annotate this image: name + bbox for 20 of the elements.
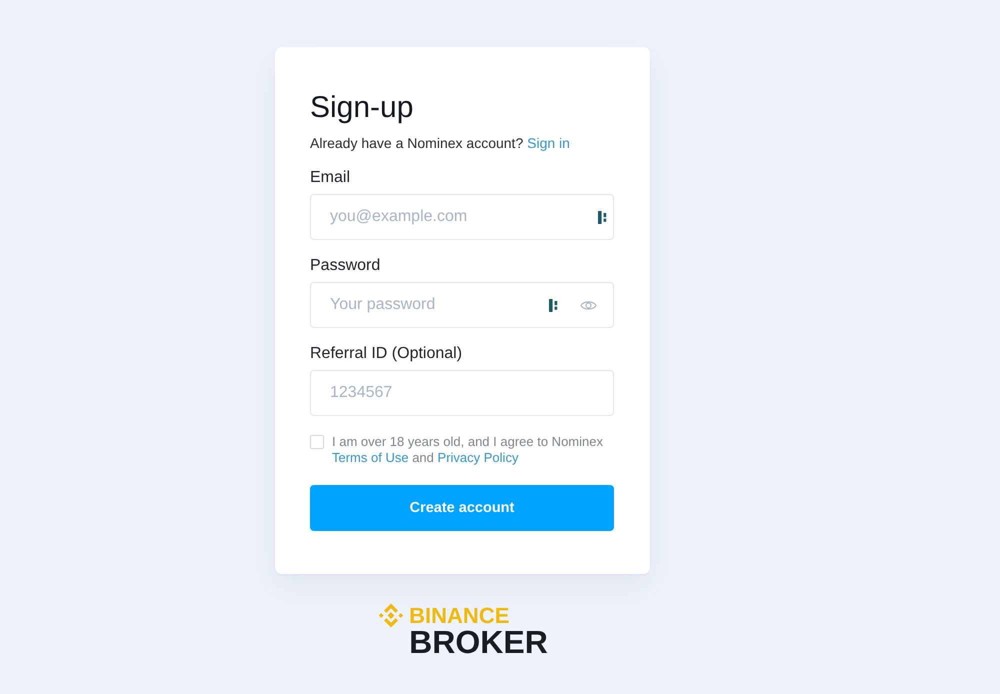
field-label: Password — [310, 256, 380, 276]
create-account-button[interactable]: Create account — [310, 485, 614, 531]
eye-icon[interactable] — [580, 300, 597, 310]
form-title: Sign-up — [310, 90, 414, 126]
sign-in-link[interactable]: Sign in — [527, 135, 570, 151]
input-field[interactable]: 1234567 — [310, 370, 614, 416]
logo-text: BROKER — [409, 628, 548, 656]
checkbox[interactable] — [310, 435, 324, 449]
input-field[interactable]: Your password — [310, 282, 614, 328]
logo-text: BINANCE — [409, 602, 510, 629]
diamond-logo-icon — [378, 602, 404, 629]
field-label: Referral ID (Optional) — [310, 344, 462, 364]
bars-icon — [598, 210, 608, 224]
policy-link[interactable]: Terms of Use — [332, 450, 409, 465]
policy-link[interactable]: Privacy Policy — [438, 450, 518, 465]
agreement-text: I am over 18 years old, and I agree to Nominex Terms of Use and Privacy Policy — [332, 434, 604, 466]
input-field[interactable]: you@example.com — [310, 194, 614, 240]
sign-in-prompt: Already have a Nominex account? Sign in — [310, 134, 571, 153]
field-label: Email — [310, 168, 350, 188]
bars-icon — [549, 298, 559, 312]
